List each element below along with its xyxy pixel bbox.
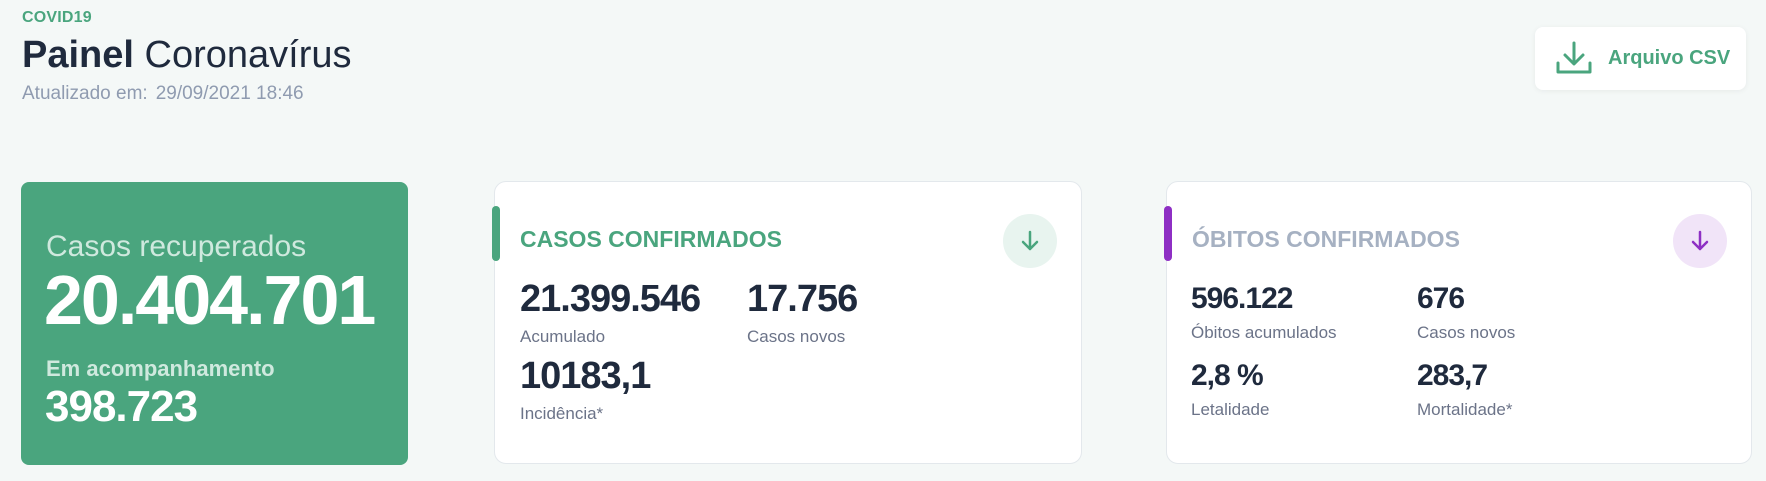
confirmed-cases-card: CASOS CONFIRMADOS 21.399.546 Acumulado 1… — [492, 181, 1082, 464]
deaths-accumulated-label: Óbitos acumulados — [1191, 323, 1337, 342]
recovered-label: Casos recuperados — [46, 230, 307, 263]
lethality-label: Letalidade — [1191, 400, 1270, 419]
cases-accumulated-value: 21.399.546 — [520, 278, 701, 320]
expand-cases-button[interactable] — [1003, 214, 1057, 268]
mortality-label: Mortalidade* — [1417, 400, 1513, 419]
deaths-accumulated-value: 596.122 — [1191, 282, 1293, 315]
followup-label: Em acompanhamento — [46, 356, 275, 381]
updated-timestamp: Atualizado em: 29/09/2021 18:46 — [22, 83, 304, 105]
card-title: CASOS CONFIRMADOS — [520, 226, 782, 252]
deaths-new-value: 676 — [1417, 282, 1465, 315]
page-title-rest: Coronavírus — [144, 34, 352, 76]
recovered-card: Casos recuperados 20.404.701 Em acompanh… — [21, 182, 408, 465]
incidence-value: 10183,1 — [520, 355, 651, 397]
page-title-bold: Painel — [22, 34, 134, 76]
incidence-label: Incidência* — [520, 404, 604, 423]
deaths-new-label: Casos novos — [1417, 323, 1516, 342]
arrow-down-icon — [1691, 230, 1709, 251]
mortality-value: 283,7 — [1417, 359, 1488, 392]
card-title: ÓBITOS CONFIRMADOS — [1192, 226, 1460, 252]
lethality-value: 2,8 % — [1191, 359, 1264, 392]
confirmed-deaths-card: ÓBITOS CONFIRMADOS 596.122 Óbitos acumul… — [1164, 181, 1752, 464]
accent-bar — [1164, 206, 1172, 261]
cases-new-value: 17.756 — [747, 278, 858, 320]
followup-value: 398.723 — [45, 382, 198, 431]
updated-value: 29/09/2021 18:46 — [155, 83, 304, 104]
csv-download-button[interactable]: Arquivo CSV — [1535, 27, 1746, 90]
arrow-down-icon — [1021, 230, 1039, 251]
cases-accumulated-label: Acumulado — [520, 327, 606, 346]
expand-deaths-button[interactable] — [1673, 214, 1727, 268]
accent-bar — [492, 206, 500, 261]
updated-label: Atualizado em: — [22, 83, 148, 104]
recovered-value: 20.404.701 — [44, 261, 376, 339]
download-icon — [1556, 41, 1592, 74]
csv-button-label: Arquivo CSV — [1608, 47, 1731, 69]
page-title: Painel Coronavírus — [22, 32, 352, 78]
cases-new-label: Casos novos — [747, 327, 846, 346]
eyebrow-label: COVID19 — [22, 9, 92, 26]
